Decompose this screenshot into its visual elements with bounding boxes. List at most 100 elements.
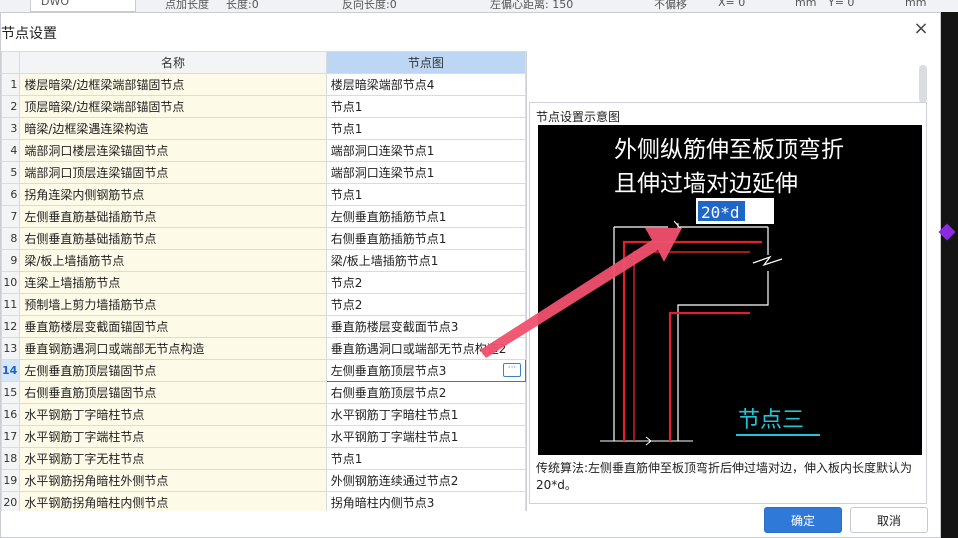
table-row[interactable]: 12 垂直筋楼层变截面锚固节点 垂直筋楼层变截面节点3 — [1, 315, 526, 338]
dialog-title: 节点设置 — [1, 26, 57, 42]
row-name: 右侧垂直筋顶层锚固节点 — [19, 381, 327, 404]
row-node-cell[interactable]: 垂直筋遇洞口或端部无节点构造2 — [325, 337, 526, 360]
row-node-value: 外侧钢筋连续通过节点2 — [330, 474, 459, 488]
row-node-cell[interactable]: 左侧垂直筋顶层节点3 ··· — [325, 359, 526, 382]
table-row[interactable]: 17 水平钢筋丁字端柱节点 水平钢筋丁字端柱节点1 — [1, 425, 526, 448]
x-field[interactable]: X= 0 — [718, 0, 745, 9]
row-node-cell[interactable]: 节点1 — [325, 117, 526, 140]
row-node-cell[interactable]: 梁/板上墙插筋节点1 — [325, 249, 526, 272]
row-node-cell[interactable]: 楼层暗梁端部节点4 — [325, 73, 526, 96]
row-node-cell[interactable]: 端部洞口连梁节点1 — [325, 161, 526, 184]
cad-length-input[interactable]: 20*d — [701, 203, 740, 222]
row-node-value: 右侧垂直筋插筋节点1 — [330, 232, 447, 246]
row-index: 4 — [1, 139, 21, 162]
table-row[interactable]: 4 端部洞口楼层连梁锚固节点 端部洞口连梁节点1 — [1, 139, 526, 162]
table-row[interactable]: 18 水平钢筋丁字无柱节点 节点1 — [1, 447, 526, 470]
node-settings-dialog: 节点设置 × 名称 节点图 1 楼层暗梁/边框梁端部锚固节点 楼层暗梁端部节点4 2 顶… — [0, 12, 941, 538]
diagram-column-header[interactable]: 节点图 — [325, 51, 526, 74]
node-diagram-drawing: 外侧纵筋伸至板顶弯折 且伸过墙对边延伸 20*d 节点三 — [600, 137, 844, 446]
row-node-cell[interactable]: 外侧钢筋连续通过节点2 — [325, 469, 526, 492]
name-column-header[interactable]: 名称 — [19, 51, 327, 74]
row-node-value: 右侧垂直筋顶层节点2 — [330, 386, 447, 400]
preview-panel: 节点设置示意图 外侧纵筋伸至板顶弯折 且伸过墙对边延伸 20*d 节点三 传统算… — [529, 102, 927, 504]
table-row[interactable]: 8 右侧垂直筋基础插筋节点 右侧垂直筋插筋节点1 — [1, 227, 526, 250]
row-index: 12 — [1, 315, 21, 338]
row-name: 端部洞口楼层连梁锚固节点 — [19, 139, 327, 162]
row-node-value: 节点1 — [330, 188, 363, 202]
table-row[interactable]: 1 楼层暗梁/边框梁端部锚固节点 楼层暗梁端部节点4 — [1, 73, 526, 96]
row-index: 9 — [1, 249, 21, 272]
row-node-cell[interactable]: 节点2 — [325, 271, 526, 294]
row-node-cell[interactable]: 右侧垂直筋顶层节点2 — [325, 381, 526, 404]
row-name: 水平钢筋丁字无柱节点 — [19, 447, 327, 470]
node-table: 名称 节点图 1 楼层暗梁/边框梁端部锚固节点 楼层暗梁端部节点4 2 顶层暗梁/边框梁… — [1, 51, 527, 511]
row-node-cell[interactable]: 左侧垂直筋插筋节点1 — [325, 205, 526, 228]
preview-description: 传统算法:左侧垂直筋伸至板顶弯折后伸过墙对边，伸入板内长度默认为20*d。 — [536, 461, 913, 492]
row-node-cell[interactable]: 拐角暗柱内侧节点3 — [325, 491, 526, 511]
row-node-value: 节点1 — [330, 122, 363, 136]
row-name: 垂直筋楼层变截面锚固节点 — [19, 315, 327, 338]
table-row[interactable]: 16 水平钢筋丁字暗柱节点 水平钢筋丁字暗柱节点1 — [1, 403, 526, 426]
table-row[interactable]: 20 水平钢筋拐角暗柱内侧节点 拐角暗柱内侧节点3 — [1, 491, 526, 511]
layer-select[interactable]: DWO — [30, 0, 136, 12]
row-node-cell[interactable]: 水平钢筋丁字端柱节点1 — [325, 425, 526, 448]
add-length-label: 点加长度 — [165, 0, 209, 11]
table-row[interactable]: 3 暗梁/边框梁遇连梁构造 节点1 — [1, 117, 526, 140]
row-node-value: 节点1 — [330, 452, 363, 466]
table-row[interactable]: 15 右侧垂直筋顶层锚固节点 右侧垂直筋顶层节点2 — [1, 381, 526, 404]
canvas-background-strip — [941, 12, 958, 538]
cad-text-line1: 外侧纵筋伸至板顶弯折 — [614, 137, 844, 163]
row-name: 梁/板上墙插筋节点 — [19, 249, 327, 272]
table-row[interactable]: 6 拐角连梁内侧钢筋节点 节点1 — [1, 183, 526, 206]
table-row[interactable]: 19 水平钢筋拐角暗柱外侧节点 外侧钢筋连续通过节点2 — [1, 469, 526, 492]
table-row[interactable]: 13 垂直钢筋遇洞口或端部无节点构造 垂直筋遇洞口或端部无节点构造2 — [1, 337, 526, 360]
row-node-cell[interactable]: 节点1 — [325, 447, 526, 470]
length-field[interactable]: 长度:0 — [226, 0, 259, 12]
row-node-cell[interactable]: 节点2 — [325, 293, 526, 316]
x-unit: mm — [795, 0, 817, 9]
row-node-value: 节点2 — [330, 276, 363, 290]
row-node-cell[interactable]: 端部洞口连梁节点1 — [325, 139, 526, 162]
offset-select[interactable]: 不偏移 — [654, 0, 687, 12]
table-row[interactable]: 5 端部洞口顶层连梁锚固节点 端部洞口连梁节点1 — [1, 161, 526, 184]
row-name: 左侧垂直筋基础插筋节点 — [19, 205, 327, 228]
row-node-cell[interactable]: 右侧垂直筋插筋节点1 — [325, 227, 526, 250]
preview-title: 节点设置示意图 — [536, 110, 621, 124]
table-row[interactable]: 14 左侧垂直筋顶层锚固节点 左侧垂直筋顶层节点3 ··· — [1, 359, 526, 382]
table-row[interactable]: 11 预制墙上剪力墙插筋节点 节点2 — [1, 293, 526, 316]
scrollbar-thumb[interactable] — [919, 65, 927, 103]
table-row[interactable]: 2 顶层暗梁/边框梁端部锚固节点 节点1 — [1, 95, 526, 118]
more-options-button[interactable]: ··· — [503, 363, 521, 377]
row-name: 端部洞口顶层连梁锚固节点 — [19, 161, 327, 184]
row-name: 楼层暗梁/边框梁端部锚固节点 — [19, 73, 327, 96]
cancel-button[interactable]: 取消 — [850, 507, 928, 533]
row-node-cell[interactable]: 水平钢筋丁字暗柱节点1 — [325, 403, 526, 426]
left-offset-field[interactable]: 左偏心距离: 150 — [490, 0, 573, 12]
row-node-value: 左侧垂直筋顶层节点3 — [330, 364, 447, 378]
index-header — [1, 51, 21, 74]
y-field[interactable]: Y= 0 — [828, 0, 854, 9]
ok-button[interactable]: 确定 — [764, 507, 842, 533]
row-index: 8 — [1, 227, 21, 250]
cad-text-line2: 且伸过墙对边延伸 — [614, 171, 798, 197]
row-index: 14 — [1, 359, 21, 382]
row-index: 3 — [1, 117, 21, 140]
table-row[interactable]: 7 左侧垂直筋基础插筋节点 左侧垂直筋插筋节点1 — [1, 205, 526, 228]
close-icon[interactable]: × — [912, 20, 930, 38]
row-name: 拐角连梁内侧钢筋节点 — [19, 183, 327, 206]
row-index: 2 — [1, 95, 21, 118]
table-row[interactable]: 9 梁/板上墙插筋节点 梁/板上墙插筋节点1 — [1, 249, 526, 272]
cad-caption: 节点三 — [738, 408, 804, 433]
row-index: 13 — [1, 337, 21, 360]
row-name: 暗梁/边框梁遇连梁构造 — [19, 117, 327, 140]
row-node-value: 节点1 — [330, 100, 363, 114]
row-node-value: 端部洞口连梁节点1 — [330, 166, 435, 180]
reverse-length-field[interactable]: 反向长度:0 — [342, 0, 397, 12]
row-node-cell[interactable]: 节点1 — [325, 183, 526, 206]
table-row[interactable]: 10 连梁上墙插筋节点 节点2 — [1, 271, 526, 294]
row-node-cell[interactable]: 垂直筋楼层变截面节点3 — [325, 315, 526, 338]
row-node-cell[interactable]: 节点1 — [325, 95, 526, 118]
row-node-value: 端部洞口连梁节点1 — [330, 144, 435, 158]
node-diagram: 外侧纵筋伸至板顶弯折 且伸过墙对边延伸 20*d 节点三 — [538, 125, 922, 455]
row-node-value: 左侧垂直筋插筋节点1 — [330, 210, 447, 224]
